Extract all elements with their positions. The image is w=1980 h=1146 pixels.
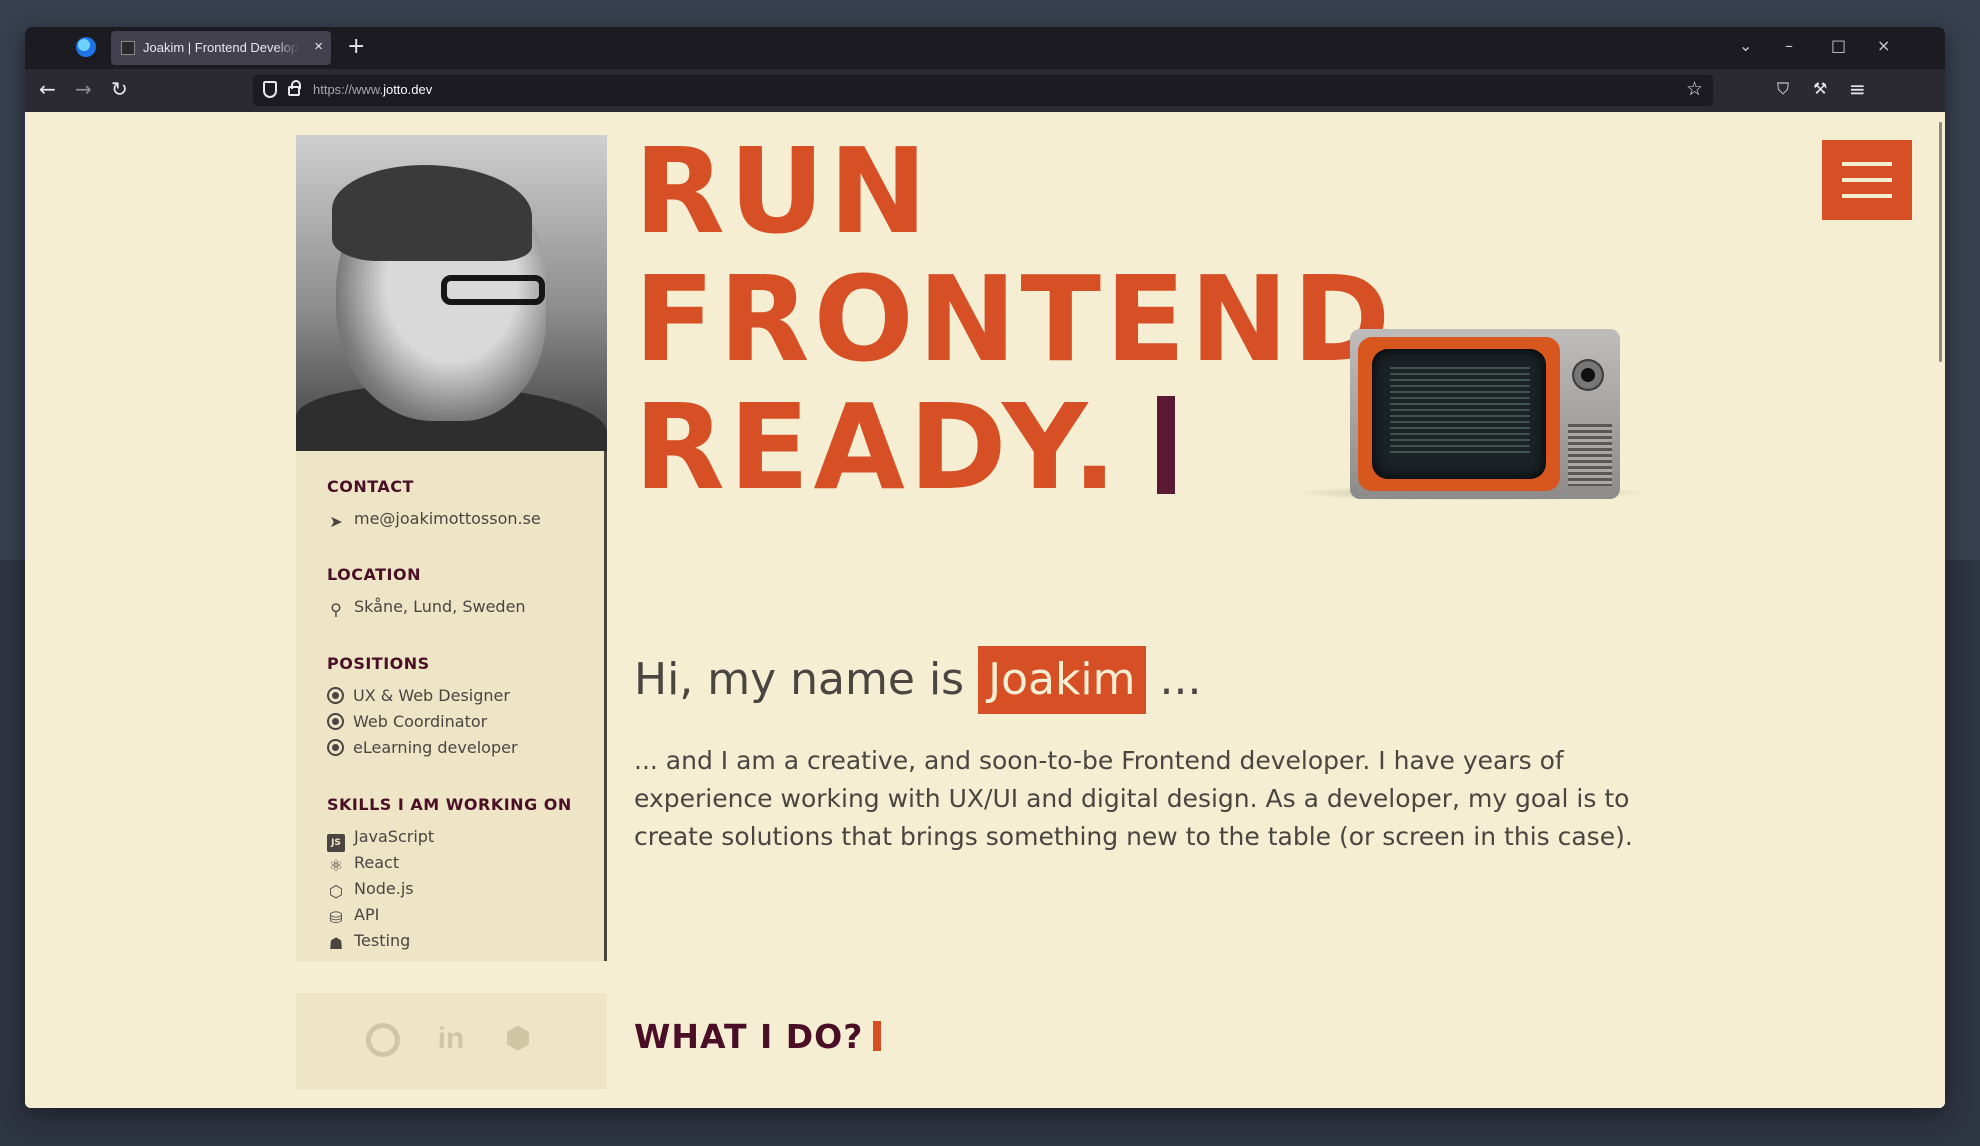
position-item: UX & Web Designer [327, 686, 510, 705]
contact-heading: CONTACT [327, 477, 414, 496]
js-icon: JS [327, 834, 345, 852]
nodejs-icon: ⬡ [329, 882, 343, 901]
lock-icon[interactable] [288, 80, 301, 96]
scrollbar[interactable] [1939, 122, 1942, 362]
profile-photo [296, 135, 607, 451]
minimize-button[interactable]: – [1785, 36, 1793, 55]
skill-item: ⬡ Node.js [327, 879, 414, 901]
back-button[interactable]: ← [39, 78, 56, 100]
browser-tab[interactable]: Joakim | Frontend Developer student × [111, 31, 331, 65]
skill-item: ⚛ React [328, 853, 400, 875]
contact-email[interactable]: ➤ me@joakimottosson.se [327, 509, 540, 531]
navigation-toolbar: ← → ↻ https://www.jotto.dev ☆ ⛉ ⚒ ≡ [25, 69, 1945, 112]
tab-list-icon[interactable]: ⌄ [1739, 36, 1752, 55]
typing-cursor [1156, 396, 1175, 494]
react-icon: ⚛ [328, 856, 344, 875]
maximize-button[interactable]: □ [1831, 36, 1846, 55]
hero-line-2: FRONTEND [634, 250, 1395, 388]
circle-dot-icon [327, 687, 344, 704]
linkedin-icon[interactable]: in [433, 1021, 469, 1057]
tools-icon[interactable]: ⚒ [1813, 78, 1827, 100]
what-i-do-heading: WHAT I DO? [634, 1017, 882, 1056]
web-page: CONTACT ➤ me@joakimottosson.se LOCATION ⚲… [25, 112, 1945, 1108]
retro-tv-image [1350, 329, 1620, 499]
hero-line-3: READY. [634, 388, 1175, 506]
position-item: Web Coordinator [327, 712, 487, 731]
skill-item: ⛁ API [327, 905, 379, 927]
greeting: Hi, my name is Joakim ... [634, 646, 1202, 714]
hamburger-menu-button[interactable] [1822, 140, 1912, 220]
skill-item: JS JavaScript [327, 827, 434, 852]
hero-line-1: RUN [634, 122, 932, 260]
firefox-icon[interactable] [76, 37, 96, 57]
positions-heading: POSITIONS [327, 654, 430, 673]
robot-icon: ☗ [328, 934, 344, 953]
location-heading: LOCATION [327, 565, 421, 584]
tab-close-button[interactable]: × [314, 38, 323, 55]
map-pin-icon: ⚲ [330, 600, 342, 619]
new-tab-button[interactable]: + [347, 34, 365, 59]
app-menu-icon[interactable]: ≡ [1849, 78, 1866, 100]
address-bar[interactable]: https://www.jotto.dev ☆ [253, 75, 1713, 106]
location-text: ⚲ Skåne, Lund, Sweden [327, 597, 525, 619]
pocket-icon[interactable]: ⛉ [1777, 78, 1789, 100]
intro-paragraph: ... and I am a creative, and soon-to-be … [634, 746, 1633, 851]
skills-heading: SKILLS I AM WORKING ON [327, 795, 572, 814]
info-sidebar: CONTACT ➤ me@joakimottosson.se LOCATION ⚲… [296, 451, 607, 961]
codepen-icon[interactable]: ⬢ [500, 1021, 536, 1057]
database-icon: ⛁ [329, 908, 343, 927]
favicon-icon [121, 41, 135, 55]
browser-window: Joakim | Frontend Developer student × + … [25, 27, 1945, 1108]
url-text[interactable]: https://www.jotto.dev [313, 82, 432, 97]
circle-dot-icon [327, 739, 344, 756]
social-links: in ⬢ [296, 993, 607, 1089]
circle-dot-icon [327, 713, 344, 730]
github-icon[interactable] [366, 1023, 400, 1057]
position-item: eLearning developer [327, 738, 518, 757]
heading-cursor [873, 1021, 882, 1051]
close-window-button[interactable]: × [1877, 36, 1890, 55]
name-highlight: Joakim [978, 646, 1146, 714]
tab-bar: Joakim | Frontend Developer student × + … [25, 27, 1945, 69]
forward-button[interactable]: → [75, 78, 92, 100]
paper-plane-icon: ➤ [329, 512, 343, 531]
bookmark-star-icon[interactable]: ☆ [1686, 78, 1703, 100]
tab-title: Joakim | Frontend Developer student [143, 40, 299, 55]
reload-button[interactable]: ↻ [111, 78, 128, 100]
skill-item: ☗ Testing [328, 931, 411, 953]
tracking-shield-icon[interactable] [263, 81, 277, 98]
